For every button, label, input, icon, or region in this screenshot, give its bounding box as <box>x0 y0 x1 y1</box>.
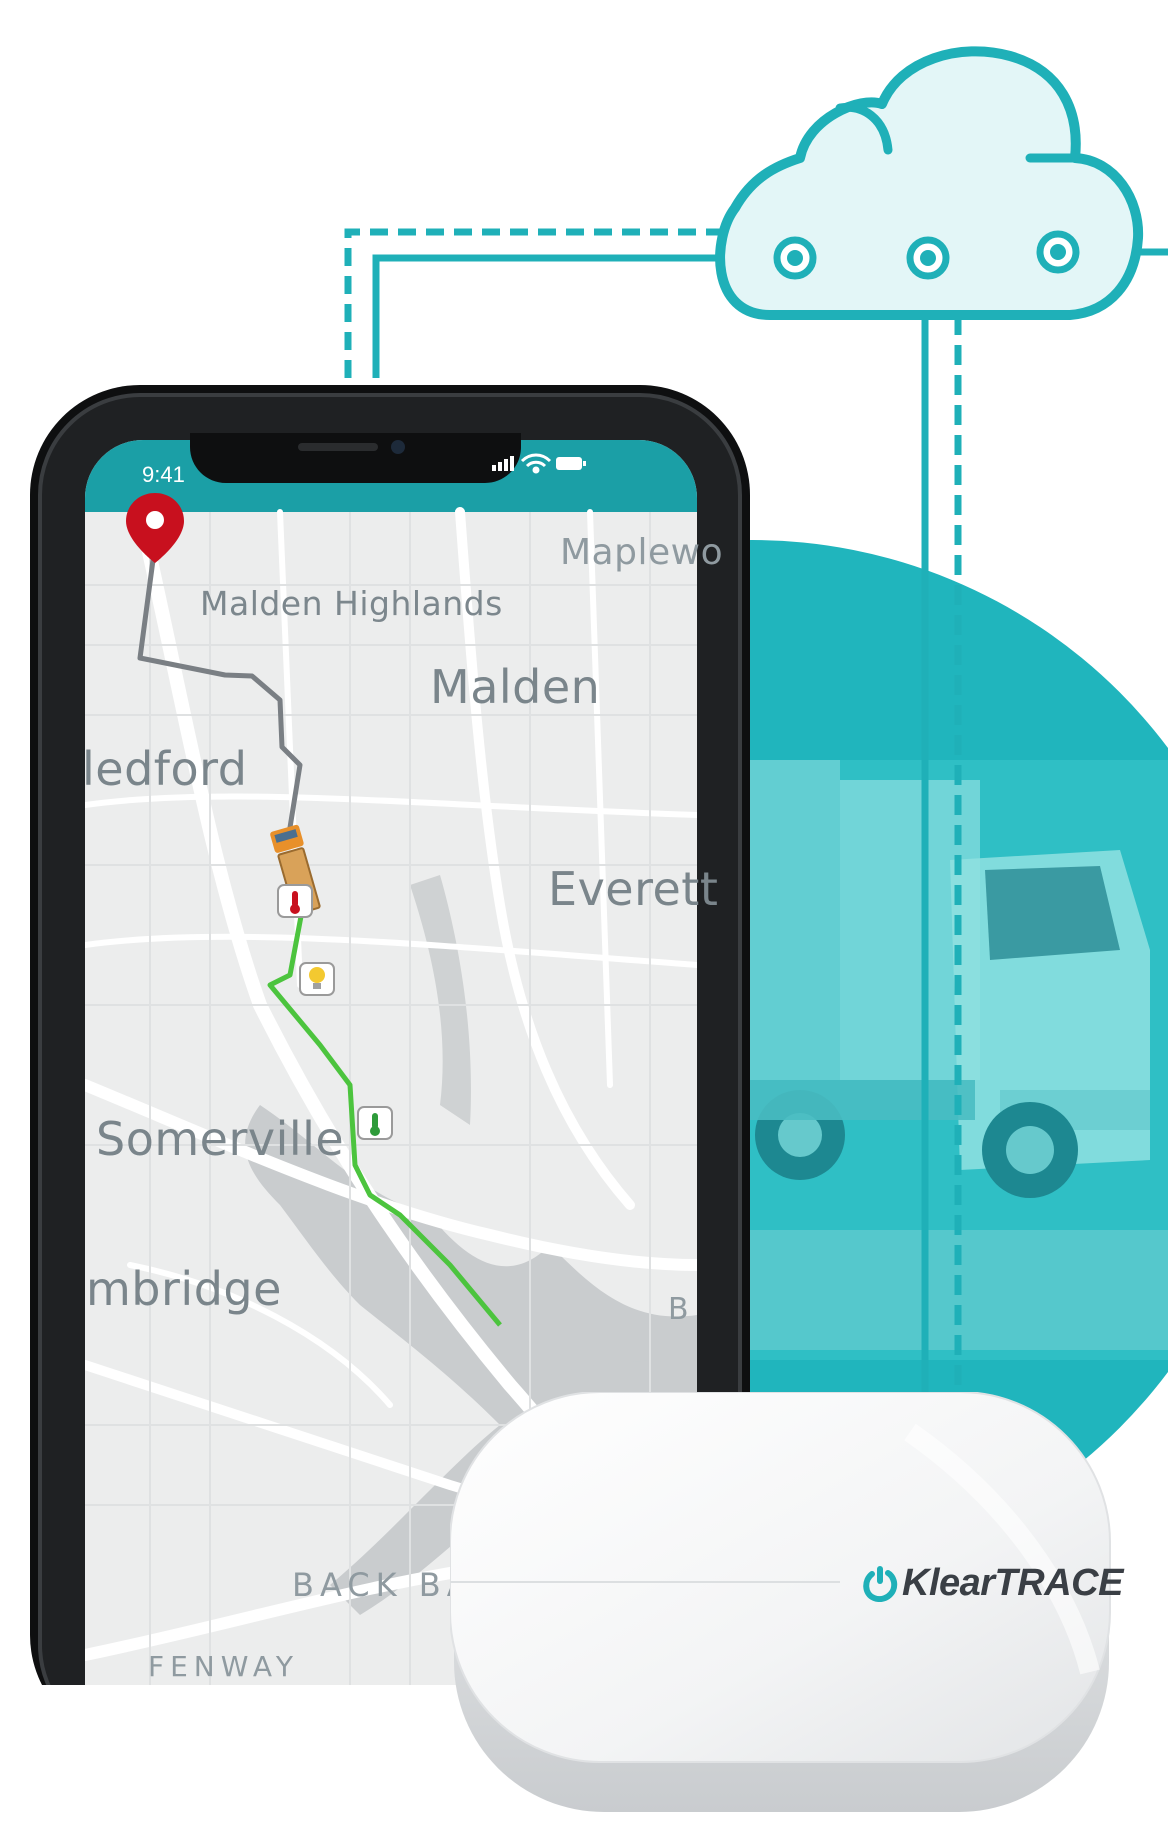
map-label-back-bay: BACK BA <box>292 1566 475 1604</box>
thermometer-red-icon[interactable] <box>277 884 313 918</box>
thermometer-green-icon[interactable] <box>357 1106 393 1140</box>
map-label-everett: Everett <box>548 862 719 916</box>
cloud-icon <box>715 46 1144 320</box>
map-label-cambridge: mbridge <box>86 1262 282 1316</box>
map-label-malden-highlands: Malden Highlands <box>200 584 503 623</box>
battery-icon <box>556 457 586 470</box>
map-label-fenway: FENWAY <box>148 1650 299 1683</box>
map-label-somerville: Somerville <box>96 1112 345 1166</box>
device-brand-label: KlearTRACE <box>902 1562 1123 1604</box>
map-label-b-edge: B <box>668 1292 690 1327</box>
map-label-malden: Malden <box>430 660 601 714</box>
lightbulb-icon[interactable] <box>299 962 335 996</box>
map-label-medford: ledford <box>82 742 248 796</box>
truck-photo <box>740 760 1168 1360</box>
map-label-maplewood: Maplewo <box>560 532 724 573</box>
power-icon <box>863 1566 898 1602</box>
status-time: 9:41 <box>142 462 185 487</box>
